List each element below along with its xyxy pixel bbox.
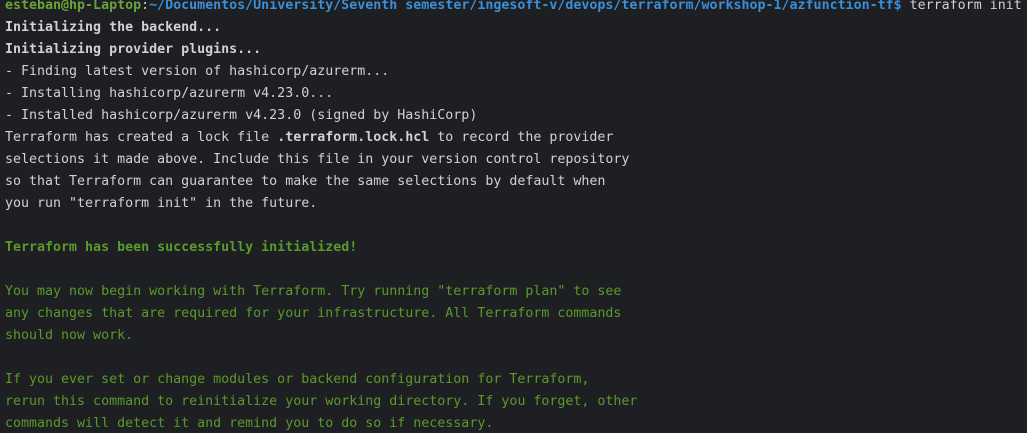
output-line: commands will detect it and remind you t… <box>5 416 494 431</box>
prompt-line: esteban@hp-Laptop:~/Documentos/Universit… <box>5 0 1027 14</box>
lock-text: Terraform has created a lock file <box>5 130 278 145</box>
output-line: you run "terraform init" in the future. <box>5 196 318 211</box>
output-line: - Installing hashicorp/azurerm v4.23.0..… <box>5 86 334 101</box>
terminal[interactable]: esteban@hp-Laptop:~/Documentos/Universit… <box>0 0 1027 432</box>
lock-file-name: .terraform.lock.hcl <box>277 130 430 145</box>
output-line: - Finding latest version of hashicorp/az… <box>5 64 390 79</box>
output-line: If you ever set or change modules or bac… <box>5 372 590 387</box>
output-line: rerun this command to reinitialize your … <box>5 394 638 409</box>
prompt-symbol: $ <box>893 0 902 13</box>
prompt-separator: : <box>141 0 150 13</box>
output-line: should now work. <box>5 328 134 343</box>
prompt-cwd: ~/Documentos/University/Seventh semester… <box>149 0 894 13</box>
success-message: Terraform has been successfully initiali… <box>5 240 358 255</box>
prompt-user-host: esteban@hp-Laptop <box>5 0 142 13</box>
output-line: Initializing provider plugins... <box>5 42 262 57</box>
output-line: You may now begin working with Terraform… <box>5 284 622 299</box>
output-line: selections it made above. Include this f… <box>5 152 630 167</box>
output-line: Terraform has created a lock file .terra… <box>5 130 1027 146</box>
output-line: Initializing the backend... <box>5 20 222 35</box>
output-line: any changes that are required for your i… <box>5 306 622 321</box>
command-text: terraform init <box>901 0 1022 13</box>
output-line: so that Terraform can guarantee to make … <box>5 174 606 189</box>
lock-text: to record the provider <box>429 130 614 145</box>
output-line: - Installed hashicorp/azurerm v4.23.0 (s… <box>5 108 478 123</box>
